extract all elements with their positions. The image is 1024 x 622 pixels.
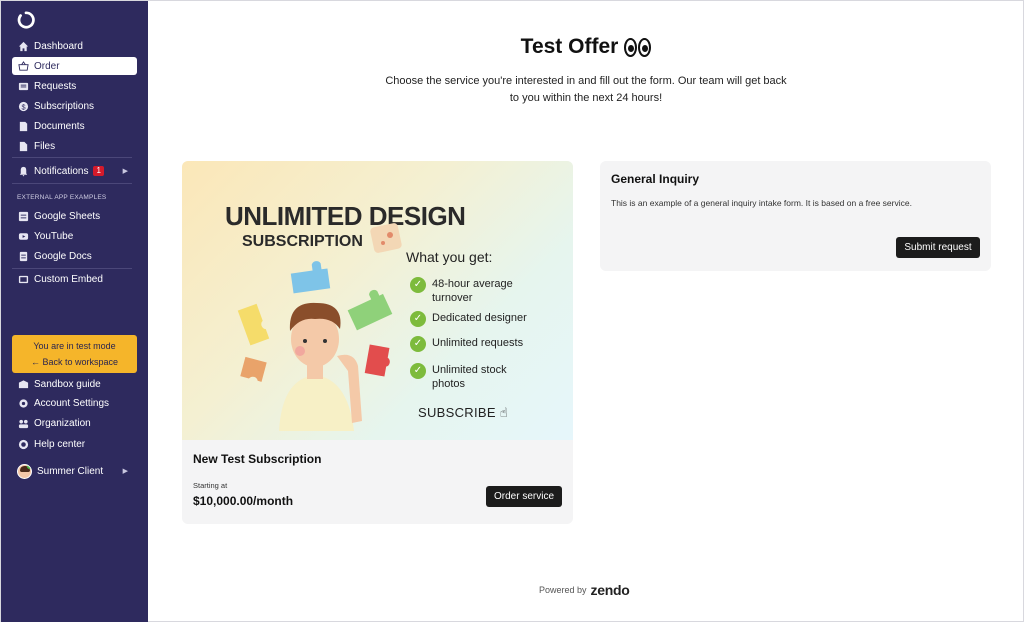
- chevron-right-icon: ▶: [122, 468, 128, 475]
- cursor-hand-icon: ☝: [499, 405, 508, 420]
- help-icon: [17, 438, 29, 450]
- check-icon: ✓: [410, 277, 426, 293]
- sidebar-item-account-settings[interactable]: Account Settings: [12, 394, 137, 412]
- sidebar-item-label: Subscriptions: [34, 100, 95, 112]
- service-description: This is an example of a general inquiry …: [611, 198, 912, 208]
- box-icon: [17, 378, 29, 390]
- gear-icon: [17, 397, 29, 409]
- page-title-row: Test Offer: [148, 35, 1024, 59]
- sidebar-item-label: Documents: [34, 120, 85, 132]
- check-icon: ✓: [410, 311, 426, 327]
- sidebar-item-label: Sandbox guide: [34, 378, 101, 390]
- sidebar-divider: [12, 268, 132, 269]
- sidebar: Dashboard Order Requests $ Subscriptions…: [1, 1, 148, 622]
- sidebar-item-google-docs[interactable]: Google Docs: [12, 247, 137, 265]
- dollar-icon: $: [17, 100, 29, 112]
- sidebar-item-organization[interactable]: Organization: [12, 414, 137, 432]
- video-icon: [17, 230, 29, 242]
- document-icon: [17, 120, 29, 132]
- doc-icon: [17, 250, 29, 262]
- check-icon: ✓: [410, 363, 426, 379]
- sidebar-item-label: Google Sheets: [34, 210, 101, 222]
- price-caption: Starting at: [193, 481, 228, 490]
- avatar: [17, 463, 32, 479]
- team-icon: [17, 417, 29, 429]
- section-label: EXTERNAL APP EXAMPLES: [17, 194, 107, 201]
- sidebar-item-label: Help center: [34, 438, 86, 450]
- sidebar-item-label: Organization: [34, 417, 91, 429]
- sidebar-item-google-sheets[interactable]: Google Sheets: [12, 207, 137, 225]
- puzzle-illustration-icon: [237, 223, 402, 431]
- sidebar-item-order[interactable]: Order: [12, 57, 137, 75]
- back-to-workspace-button[interactable]: ← Back to workspace: [12, 357, 137, 367]
- user-menu[interactable]: Summer Client ▶: [12, 461, 137, 481]
- service-hero-image: UNLIMITED DESIGN SUBSCRIPTION What you g…: [182, 161, 573, 440]
- feature-item: ✓ Unlimited stock photos: [410, 363, 522, 391]
- sidebar-item-subscriptions[interactable]: $ Subscriptions: [12, 97, 137, 115]
- logo-icon[interactable]: [17, 11, 35, 29]
- basket-icon: [17, 60, 29, 72]
- inbox-icon: [17, 80, 29, 92]
- sidebar-item-label: Files: [34, 140, 56, 152]
- eyes-emoji-icon: [624, 37, 652, 57]
- service-name: General Inquiry: [611, 172, 700, 186]
- notification-badge: 1: [93, 166, 104, 176]
- sidebar-item-label: Custom Embed: [34, 273, 103, 285]
- arrow-left-icon: ←: [30, 357, 43, 367]
- user-name: Summer Client: [37, 465, 104, 477]
- feature-item: ✓ 48-hour average turnover: [410, 277, 532, 305]
- bell-icon: [17, 165, 29, 177]
- powered-by-footer[interactable]: Powered by zendo: [539, 582, 630, 598]
- feature-item: ✓ Dedicated designer: [410, 311, 527, 327]
- back-to-workspace-label: Back to workspace: [42, 357, 119, 367]
- sidebar-item-label: YouTube: [34, 230, 74, 242]
- sheet-icon: [17, 210, 29, 222]
- home-icon: [17, 40, 29, 52]
- powered-by-text: Powered by: [539, 585, 587, 595]
- service-card-general-inquiry[interactable]: General Inquiry This is an example of a …: [600, 161, 991, 271]
- zendo-logo: zendo: [590, 582, 630, 598]
- sidebar-item-label: Account Settings: [34, 397, 110, 409]
- sidebar-divider: [12, 157, 132, 158]
- test-mode-banner: You are in test mode ← Back to workspace: [12, 335, 137, 373]
- sidebar-item-label: Order: [34, 60, 60, 72]
- sidebar-item-sandbox-guide[interactable]: Sandbox guide: [12, 375, 137, 393]
- sidebar-item-label: Notifications: [34, 165, 89, 177]
- file-icon: [17, 140, 29, 152]
- sidebar-item-label: Google Docs: [34, 250, 92, 262]
- chevron-right-icon: ▶: [122, 168, 128, 175]
- sidebar-item-documents[interactable]: Documents: [12, 117, 137, 135]
- embed-icon: [17, 273, 29, 285]
- sidebar-divider: [12, 183, 132, 184]
- submit-request-button[interactable]: Submit request: [896, 237, 980, 258]
- sidebar-item-requests[interactable]: Requests: [12, 77, 137, 95]
- page-subtitle: Choose the service you're interested in …: [385, 75, 787, 104]
- check-icon: ✓: [410, 336, 426, 352]
- sidebar-item-notifications[interactable]: Notifications 1 ▶: [12, 162, 137, 180]
- sidebar-item-files[interactable]: Files: [12, 137, 137, 155]
- sidebar-item-dashboard[interactable]: Dashboard: [12, 37, 137, 55]
- service-price: $10,000.00/month: [193, 494, 294, 508]
- sidebar-item-label: Dashboard: [34, 40, 83, 52]
- sidebar-item-label: Requests: [34, 80, 77, 92]
- sidebar-item-help-center[interactable]: Help center: [12, 435, 137, 453]
- page-title: Test Offer: [520, 35, 619, 58]
- feature-item: ✓ Unlimited requests: [410, 336, 523, 352]
- service-name: New Test Subscription: [193, 452, 322, 466]
- service-card-subscription[interactable]: UNLIMITED DESIGN SUBSCRIPTION What you g…: [182, 161, 573, 524]
- hero-subscribe-text: SUBSCRIBE ☝: [418, 405, 508, 420]
- hero-what-you-get: What you get:: [406, 249, 493, 265]
- order-service-button[interactable]: Order service: [486, 486, 562, 507]
- test-mode-text: You are in test mode: [33, 341, 116, 351]
- sidebar-item-custom-embed[interactable]: Custom Embed: [12, 270, 137, 288]
- svg-text:$: $: [21, 102, 25, 111]
- sidebar-item-youtube[interactable]: YouTube: [12, 227, 137, 245]
